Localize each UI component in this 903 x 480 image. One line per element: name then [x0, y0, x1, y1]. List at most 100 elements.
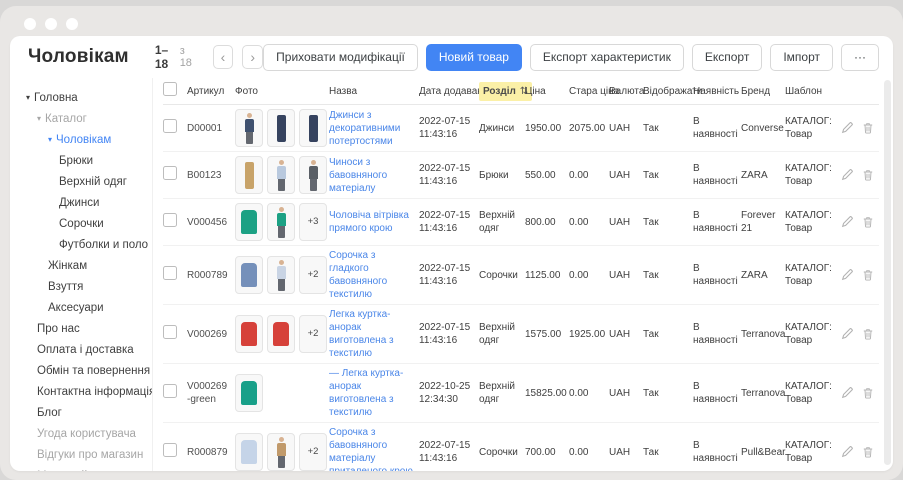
column-header-photo[interactable]: Фото [235, 85, 329, 98]
product-sku: R000879 [187, 446, 235, 459]
date-value: 2022-10-25 [419, 380, 474, 393]
select-all-checkbox[interactable] [163, 82, 177, 96]
edit-button[interactable] [841, 216, 853, 228]
delete-button[interactable] [862, 269, 874, 281]
column-header-date[interactable]: Дата додавання [419, 85, 479, 98]
pagination-total: з 18 [180, 45, 196, 69]
export-button[interactable]: Експорт [692, 44, 762, 71]
edit-button[interactable] [841, 387, 853, 399]
table-scrollbar[interactable] [884, 80, 891, 465]
sidebar-item-каталог[interactable]: ▾Каталог [10, 109, 152, 130]
app-window: Чоловікам 1–18 з 18 ‹ › Приховати модифі… [0, 6, 903, 480]
sidebar-item-жінкам[interactable]: Жінкам [10, 256, 152, 277]
edit-button[interactable] [841, 269, 853, 281]
more-photos-badge: +2 [299, 256, 327, 294]
sidebar-item-відгуки-про-магазин[interactable]: Відгуки про магазин [10, 445, 152, 466]
product-name-link[interactable]: Чиноси з бавовняного матеріалу [329, 156, 414, 195]
row-checkbox[interactable] [163, 443, 177, 457]
sidebar-item-чоловікам[interactable]: ▾Чоловікам [10, 130, 152, 151]
column-header-display[interactable]: Відображати [643, 85, 693, 98]
delete-button[interactable] [862, 446, 874, 458]
product-display: Так [643, 169, 693, 182]
column-header-availability[interactable]: Наявність [693, 85, 741, 98]
edit-button[interactable] [841, 169, 853, 181]
product-template: КАТАЛОГ: Товар [785, 115, 841, 141]
new-product-button[interactable]: Новий товар [426, 44, 522, 71]
sidebar-item-label: Чоловікам [56, 130, 111, 151]
row-checkbox[interactable] [163, 119, 177, 133]
edit-button[interactable] [841, 328, 853, 340]
row-checkbox[interactable] [163, 266, 177, 280]
product-photo [235, 109, 263, 147]
product-name-link[interactable]: Сорочка з гладкого бавовняного текстилю [329, 249, 414, 301]
product-photo [267, 315, 295, 353]
column-header-price[interactable]: Ціна [525, 85, 569, 98]
column-header-sku[interactable]: Артикул [187, 85, 235, 98]
sidebar-item-label: Взуття [48, 277, 83, 298]
sidebar-item-брюки[interactable]: Брюки [10, 151, 152, 172]
sidebar-item-аксесуари[interactable]: Аксесуари [10, 298, 152, 319]
column-header-brand[interactable]: Бренд [741, 85, 785, 98]
date-value: 2022-07-15 [419, 209, 474, 222]
column-header-section[interactable]: Розділ⇅ [479, 82, 525, 101]
prev-page-button[interactable]: ‹ [213, 45, 234, 69]
product-name-link[interactable]: — Легка куртка-анорак виготовлена з текс… [329, 367, 414, 419]
product-name-link[interactable]: Легка куртка-анорак виготовлена з тексти… [329, 308, 414, 360]
trash-icon [862, 328, 874, 340]
more-menu-button[interactable]: ··· [841, 44, 879, 71]
row-checkbox[interactable] [163, 384, 177, 398]
sidebar-item-угода-користувача[interactable]: Угода користувача [10, 424, 152, 445]
sidebar-item-джинси[interactable]: Джинси [10, 193, 152, 214]
sidebar-item-мапа-сайту[interactable]: Мапа сайту [10, 466, 152, 471]
sidebar-item-сорочки[interactable]: Сорочки [10, 214, 152, 235]
import-button[interactable]: Імпорт [770, 44, 833, 71]
product-template: КАТАЛОГ: Товар [785, 380, 841, 406]
row-checkbox[interactable] [163, 166, 177, 180]
product-name-link[interactable]: Чоловіча вітрівка прямого крою [329, 209, 414, 235]
product-currency: UAH [609, 216, 643, 229]
product-section: Сорочки [479, 269, 525, 282]
product-sku: V000456 [187, 216, 235, 229]
delete-button[interactable] [862, 328, 874, 340]
sidebar-item-обмін-та-повернення[interactable]: Обмін та повернення [10, 361, 152, 382]
more-photos-badge: +3 [299, 203, 327, 241]
sidebar-item-блог[interactable]: Блог [10, 403, 152, 424]
delete-button[interactable] [862, 169, 874, 181]
garment-photo [241, 440, 257, 464]
export-characteristics-button[interactable]: Експорт характеристик [530, 44, 684, 71]
product-display: Так [643, 446, 693, 459]
sidebar-item-label: Аксесуари [48, 298, 104, 319]
main-content: ▾Головна▾Каталог▾ЧоловікамБрюкиВерхній о… [10, 78, 893, 471]
product-name-link[interactable]: Сорочка з бавовняного матеріалу притален… [329, 426, 414, 471]
table-row: V000269-green— Легка куртка-анорак вигот… [163, 364, 879, 423]
row-checkbox[interactable] [163, 325, 177, 339]
sidebar-item-label: Оплата і доставка [37, 340, 134, 361]
hide-modifications-button[interactable]: Приховати модифікації [263, 44, 418, 71]
delete-button[interactable] [862, 387, 874, 399]
garment-photo [309, 115, 318, 142]
table-body: D00001Джинси з декоративними потертостям… [163, 105, 879, 471]
sidebar-item-про-нас[interactable]: Про нас [10, 319, 152, 340]
sidebar-item-верхній-одяг[interactable]: Верхній одяг [10, 172, 152, 193]
sidebar-item-оплата-і-доставка[interactable]: Оплата і доставка [10, 340, 152, 361]
sidebar-item-контактна-інформація[interactable]: Контактна інформація [10, 382, 152, 403]
column-header-template[interactable]: Шаблон [785, 85, 841, 98]
delete-button[interactable] [862, 122, 874, 134]
more-photos-badge: +2 [299, 433, 327, 471]
sidebar-item-футболки-и-поло[interactable]: Футболки и поло [10, 235, 152, 256]
column-header-name[interactable]: Назва [329, 85, 419, 98]
column-header-currency[interactable]: Валюта [609, 85, 643, 98]
product-name-link[interactable]: Джинси з декоративними потертостями [329, 109, 414, 148]
select-all-cell [163, 82, 187, 100]
delete-button[interactable] [862, 216, 874, 228]
column-header-old-price[interactable]: Стара ціна [569, 85, 609, 98]
edit-button[interactable] [841, 122, 853, 134]
product-section: Верхній одяг [479, 380, 525, 406]
next-page-button[interactable]: › [242, 45, 263, 69]
edit-button[interactable] [841, 446, 853, 458]
pagination-range: 1–18 [155, 43, 176, 71]
table-row: V000456 +3Чоловіча вітрівка прямого крою 2… [163, 199, 879, 246]
sidebar-item-взуття[interactable]: Взуття [10, 277, 152, 298]
row-checkbox[interactable] [163, 213, 177, 227]
sidebar-item-головна[interactable]: ▾Головна [10, 88, 152, 109]
